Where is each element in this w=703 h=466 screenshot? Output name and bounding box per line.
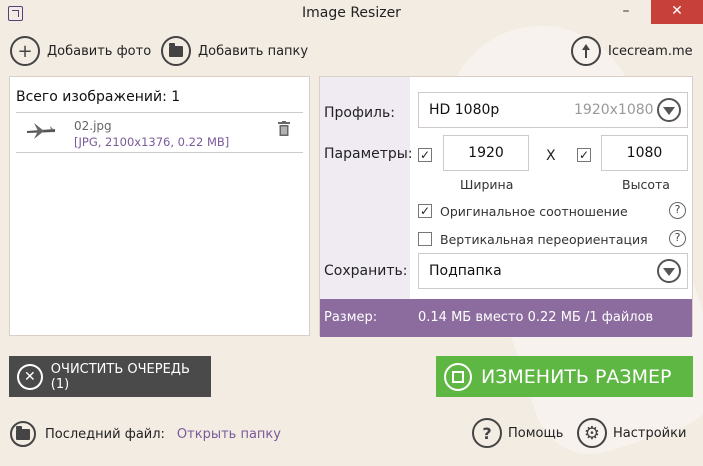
help-button[interactable]: ? Помощь [472,418,563,448]
minimize-button[interactable]: – [611,0,641,24]
help-icon[interactable]: ? [669,202,686,219]
resize-icon [444,362,472,391]
brand-label: Icecream.me [608,43,693,59]
resize-button[interactable]: ИЗМЕНИТЬ РАЗМЕР [436,356,693,397]
save-value: Подпапка [429,263,502,279]
width-label: Ширина [460,177,514,192]
list-item[interactable]: 02.jpg [JPG, 2100x1376, 0.22 MB] [16,113,304,153]
resize-label: ИЗМЕНИТЬ РАЗМЕР [481,365,672,388]
add-folder-label: Добавить папку [198,43,309,59]
height-label: Высота [622,177,670,192]
close-button[interactable]: ✕ [651,0,703,24]
width-checkbox[interactable]: ✓ [418,148,432,162]
file-info: [JPG, 2100x1376, 0.22 MB] [74,135,230,149]
profile-value: HD 1080p [429,102,500,118]
icecream-logo-icon [571,36,601,66]
add-photo-button[interactable]: + Добавить фото [10,35,151,67]
window-title: Image Resizer [302,5,401,21]
image-queue-panel: Всего изображений: 1 02.jpg [JPG, 2100x1… [9,76,310,336]
profile-label: Профиль: [324,105,395,121]
folder-icon [161,36,191,66]
clear-queue-label: ОЧИСТИТЬ ОЧЕРЕДЬ (1) [50,361,190,392]
save-label: Сохранить: [324,263,408,279]
size-info-bar: Размер: 0.14 МБ вместо 0.22 МБ /1 файлов [320,299,692,337]
keep-ratio-checkbox[interactable]: ✓ [418,204,432,218]
file-name: 02.jpg [74,119,112,133]
vertical-checkbox[interactable] [418,232,432,246]
folder-icon [10,421,36,447]
settings-label: Настройки [613,425,687,441]
help-label: Помощь [508,425,564,441]
x-separator: X [546,148,556,164]
last-file-area: Последний файл: Открыть папку [10,421,281,447]
size-label: Размер: [324,310,378,325]
settings-panel: Профиль: HD 1080p 1920x1080 Параметры: ✓… [319,76,693,337]
brand-link[interactable]: Icecream.me [571,35,693,67]
profile-dropdown[interactable]: HD 1080p 1920x1080 [418,92,688,128]
height-input[interactable]: 1080 [601,135,688,171]
add-folder-button[interactable]: Добавить папку [161,35,308,67]
add-photo-label: Добавить фото [47,43,152,59]
width-input[interactable]: 1920 [443,135,529,171]
close-icon: ✕ [17,363,43,390]
size-value: 0.14 МБ вместо 0.22 МБ /1 файлов [418,310,654,325]
profile-dims: 1920x1080 [574,102,654,118]
help-icon[interactable]: ? [669,230,686,247]
plus-icon: + [10,36,40,66]
last-file-label: Последний файл: [45,426,165,442]
total-images-label: Всего изображений: 1 [16,89,181,105]
open-folder-link[interactable]: Открыть папку [177,427,281,442]
height-checkbox[interactable]: ✓ [577,148,591,162]
params-label: Параметры: [324,146,413,162]
chevron-down-icon[interactable] [657,98,681,122]
keep-ratio-label: Оригинальное соотношение [440,204,628,219]
chevron-down-icon[interactable] [657,259,681,283]
question-icon: ? [472,418,502,448]
gear-icon: ⚙ [577,418,607,448]
vertical-label: Вертикальная переориентация [440,232,648,247]
settings-button[interactable]: ⚙ Настройки [577,418,686,448]
divider [16,152,303,153]
image-thumbnail [24,119,58,143]
title-bar: Image Resizer – ✕ [0,0,703,28]
trash-icon[interactable] [278,121,290,136]
clear-queue-button[interactable]: ✕ ОЧИСТИТЬ ОЧЕРЕДЬ (1) [9,356,211,397]
save-dropdown[interactable]: Подпапка [418,253,688,289]
